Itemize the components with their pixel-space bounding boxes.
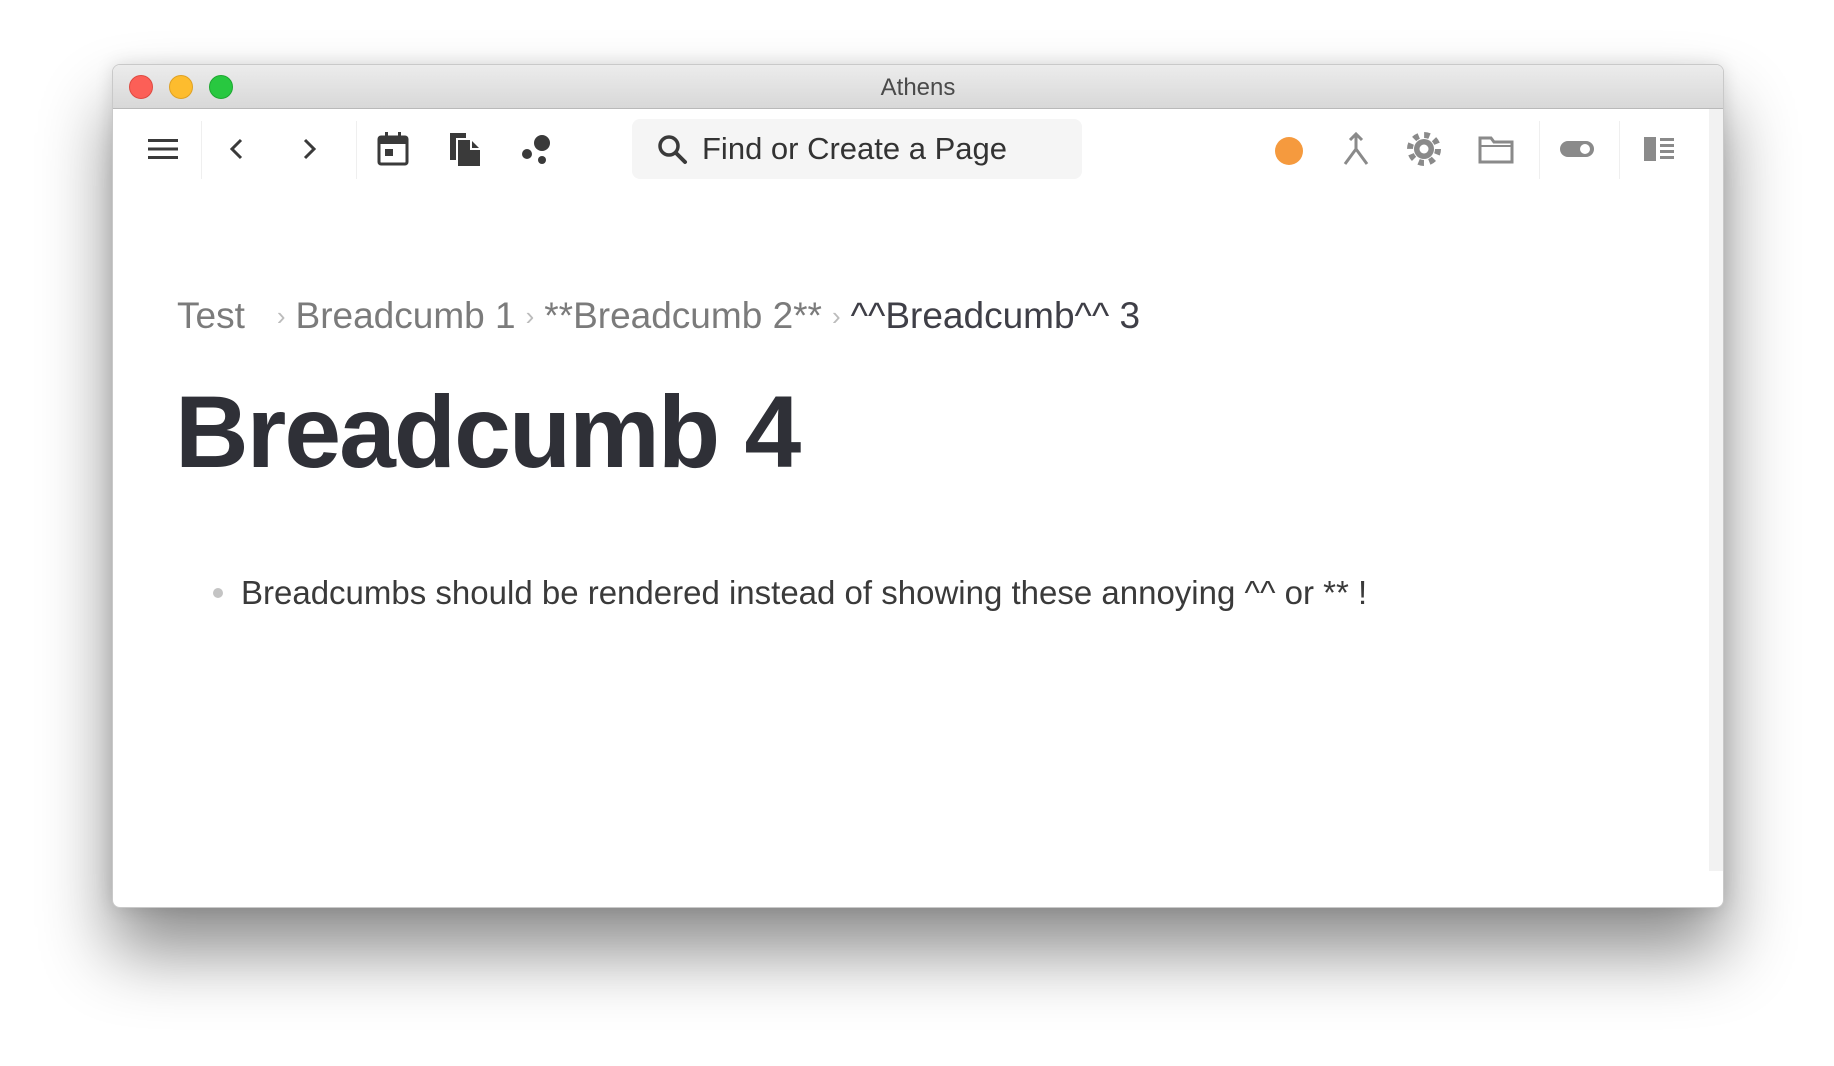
folder-icon: [1478, 136, 1514, 164]
page-title[interactable]: Breadcumb 4: [175, 374, 801, 491]
breadcrumb-item-current: ^^Breadcumb^^ 3: [850, 295, 1141, 336]
window-title: Athens: [880, 74, 956, 101]
daily-notes-button[interactable]: [369, 125, 417, 173]
chevron-left-icon: [229, 138, 243, 160]
breadcrumb-item[interactable]: Test: [177, 295, 245, 337]
all-pages-button[interactable]: [441, 125, 489, 173]
app-window: Athens Find or Create a Page Test › Brea…: [112, 64, 1724, 908]
breadcrumb-item[interactable]: **Breadcumb 2**: [544, 295, 822, 337]
settings-button[interactable]: [1400, 125, 1448, 173]
merge-button[interactable]: [1332, 125, 1380, 173]
forward-button[interactable]: [285, 125, 333, 173]
search-bar[interactable]: Find or Create a Page: [632, 119, 1082, 179]
merge-icon: [1343, 132, 1369, 165]
search-placeholder: Find or Create a Page: [702, 131, 1008, 166]
menu-button[interactable]: [139, 125, 187, 173]
sync-status-dot[interactable]: [1275, 137, 1303, 165]
breadcrumb-item[interactable]: Breadcumb 1: [296, 295, 516, 337]
breadcrumb-separator-icon: ›: [831, 300, 841, 331]
pages-icon: [450, 133, 480, 166]
block-content[interactable]: Breadcumbs should be rendered instead of…: [241, 574, 1367, 612]
breadcrumb-separator-icon: ›: [276, 300, 286, 331]
graph-view-button[interactable]: [513, 125, 561, 173]
page-content: Test › Breadcumb 1 › **Breadcumb 2** › ^…: [113, 189, 1723, 907]
theme-toggle-button[interactable]: [1553, 125, 1601, 173]
menu-icon: [148, 139, 178, 159]
breadcrumb-separator-icon: ›: [525, 300, 535, 331]
open-database-button[interactable]: [1472, 125, 1520, 173]
breadcrumb: Test › Breadcumb 1 › **Breadcumb 2** › ^…: [177, 295, 1140, 337]
right-sidebar-button[interactable]: [1635, 125, 1683, 173]
block: Breadcumbs should be rendered instead of…: [213, 574, 1367, 612]
search-icon: [654, 131, 690, 167]
toggle-icon: [1560, 141, 1594, 157]
chevron-right-icon: [303, 138, 317, 160]
graph-icon: [522, 135, 550, 164]
right-sidebar-icon: [1644, 137, 1674, 161]
gear-icon: [1407, 132, 1441, 166]
toolbar: Find or Create a Page: [113, 109, 1723, 189]
title-bar: Athens: [113, 65, 1723, 109]
back-button[interactable]: [213, 125, 261, 173]
block-bullet[interactable]: [213, 588, 223, 598]
calendar-icon: [377, 132, 409, 166]
